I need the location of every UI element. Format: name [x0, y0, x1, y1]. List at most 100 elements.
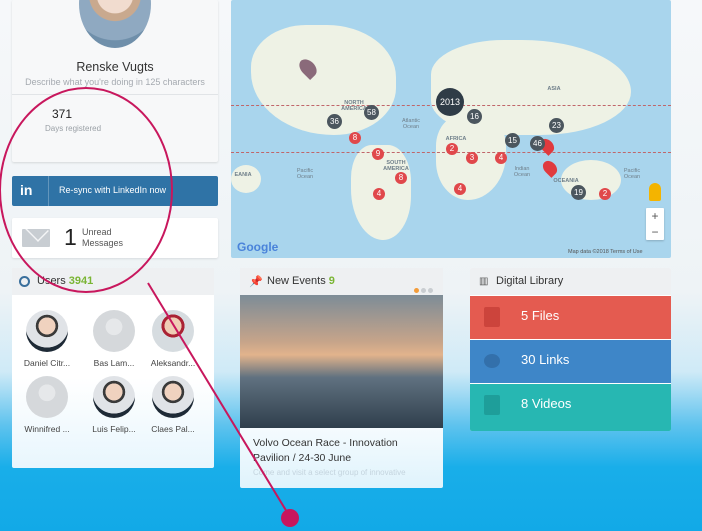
profile-description-input[interactable]: Describe what you're doing in 125 charac…	[12, 77, 218, 87]
library-videos-label: 8 Videos	[521, 396, 572, 411]
land-oceania-left	[231, 165, 261, 193]
linkedin-resync-label: Re-sync with LinkedIn now	[59, 185, 167, 195]
continent-label: AFRICA	[445, 136, 467, 142]
map-cluster[interactable]: 46	[530, 136, 545, 151]
library-links-row[interactable]: 30 Links	[470, 340, 671, 383]
map-cluster[interactable]: 8	[395, 172, 407, 184]
continent-label: SOUTH AMERICA	[383, 160, 409, 172]
library-files-row[interactable]: 5 Files	[470, 296, 671, 339]
zoom-in-button[interactable]: +	[646, 208, 664, 224]
linkedin-icon: in	[20, 182, 33, 198]
user-item[interactable]: Daniel Citr...	[17, 310, 77, 368]
unread-messages-widget[interactable]: 1 Unread Messages	[12, 218, 218, 258]
avatar	[93, 376, 135, 418]
events-header: 📌 New Events 9	[240, 268, 443, 295]
map-cluster[interactable]: 2	[446, 143, 458, 155]
user-name: Winnifred ...	[24, 424, 70, 434]
user-item[interactable]: Bas Lam...	[84, 310, 144, 368]
map-cluster[interactable]: 3	[466, 152, 478, 164]
zoom-out-button[interactable]: −	[646, 224, 664, 240]
unread-label-line1: Unread	[82, 227, 112, 237]
continent-label: OCEANIA	[553, 178, 579, 184]
avatar	[152, 310, 194, 352]
map-cluster[interactable]: 4	[454, 183, 466, 195]
avatar	[26, 376, 68, 418]
map-cluster[interactable]: 2	[599, 188, 611, 200]
map-attribution[interactable]: Map data ©2018 Terms of Use	[568, 249, 643, 255]
divider	[48, 176, 49, 206]
avatar	[152, 376, 194, 418]
dot[interactable]	[428, 288, 433, 293]
google-logo[interactable]: Google	[237, 240, 278, 254]
user-name: Bas Lam...	[93, 358, 135, 368]
map-cluster[interactable]: 15	[505, 133, 520, 148]
user-name: Luis Felip...	[92, 424, 136, 434]
file-icon	[484, 307, 500, 327]
event-description: Come and visit a select group of innovat…	[253, 468, 406, 477]
video-icon	[484, 395, 500, 415]
continent-label: ASIA	[547, 86, 561, 92]
divider	[12, 94, 218, 95]
library-icon: ▥	[479, 276, 489, 287]
pin-icon: 📌	[249, 276, 263, 288]
avatar	[26, 310, 68, 352]
dot[interactable]	[414, 288, 419, 293]
ocean-label: Pacific Ocean	[623, 168, 641, 180]
envelope-icon	[22, 229, 50, 247]
library-header: ▥ Digital Library	[470, 268, 671, 295]
ocean-label: Atlantic Ocean	[401, 118, 421, 130]
user-item[interactable]: Aleksandr...	[143, 310, 203, 368]
events-count: 9	[328, 275, 335, 287]
map-pin-icon[interactable]	[540, 158, 560, 178]
user-item[interactable]: Luis Felip...	[84, 376, 144, 434]
zoom-control: + −	[646, 208, 664, 240]
users-header: Users 3941	[12, 268, 214, 295]
user-icon	[19, 276, 30, 287]
user-name: Claes Pal...	[151, 424, 195, 434]
library-title: Digital Library	[496, 275, 564, 287]
users-panel: Users 3941 Daniel Citr... Bas Lam... Ale…	[12, 268, 214, 468]
map-cluster[interactable]: 4	[373, 188, 385, 200]
events-panel: 📌 New Events 9 Volvo Ocean Race - Innova…	[240, 268, 443, 488]
profile-card: Renske Vugts Describe what you're doing …	[12, 0, 218, 162]
map-cluster[interactable]: 19	[571, 185, 586, 200]
map-cluster[interactable]: 58	[364, 105, 379, 120]
ocean-label: Pacific Ocean	[296, 168, 314, 180]
continent-label: EANIA	[234, 172, 252, 178]
map-cluster[interactable]: 2013	[436, 88, 464, 116]
user-name: Aleksandr...	[150, 358, 196, 368]
library-links-label: 30 Links	[521, 352, 570, 367]
world-map[interactable]: NORTH AMERICA SOUTH AMERICA AFRICA ASIA …	[231, 0, 671, 258]
library-videos-row[interactable]: 8 Videos	[470, 384, 671, 431]
annotation-dot	[281, 509, 299, 527]
user-item[interactable]: Claes Pal...	[143, 376, 203, 434]
map-cluster[interactable]: 16	[467, 109, 482, 124]
profile-name: Renske Vugts	[76, 60, 154, 74]
users-title: Users	[37, 275, 66, 287]
event-title[interactable]: Volvo Ocean Race - Innovation Pavilion /…	[253, 436, 433, 466]
linkedin-resync-button[interactable]: in Re-sync with LinkedIn now	[12, 176, 218, 206]
map-cluster[interactable]: 36	[327, 114, 342, 129]
unread-label-line2: Messages	[82, 238, 124, 248]
user-item[interactable]: Winnifred ...	[17, 376, 77, 434]
dot[interactable]	[421, 288, 426, 293]
street-view-icon[interactable]	[649, 183, 661, 201]
unread-count: 1	[64, 224, 77, 250]
link-icon	[484, 354, 500, 368]
days-registered-value: 371	[52, 107, 73, 121]
map-cluster[interactable]: 8	[349, 132, 361, 144]
events-title: New Events	[267, 275, 326, 287]
map-cluster[interactable]: 4	[495, 152, 507, 164]
event-image[interactable]	[240, 295, 443, 428]
library-files-label: 5 Files	[521, 308, 560, 323]
map-cluster[interactable]: 23	[549, 118, 564, 133]
user-name: Daniel Citr...	[23, 358, 71, 368]
profile-avatar[interactable]	[79, 0, 151, 48]
unread-messages-label: Unread Messages	[82, 227, 142, 249]
days-registered-label: Days registered	[45, 124, 102, 133]
users-count: 3941	[68, 275, 94, 287]
map-cluster[interactable]: 9	[372, 148, 384, 160]
avatar	[93, 310, 135, 352]
digital-library-panel: ▥ Digital Library 5 Files 30 Links 8 Vid…	[470, 268, 671, 431]
ocean-label: Indian Ocean	[513, 166, 531, 178]
